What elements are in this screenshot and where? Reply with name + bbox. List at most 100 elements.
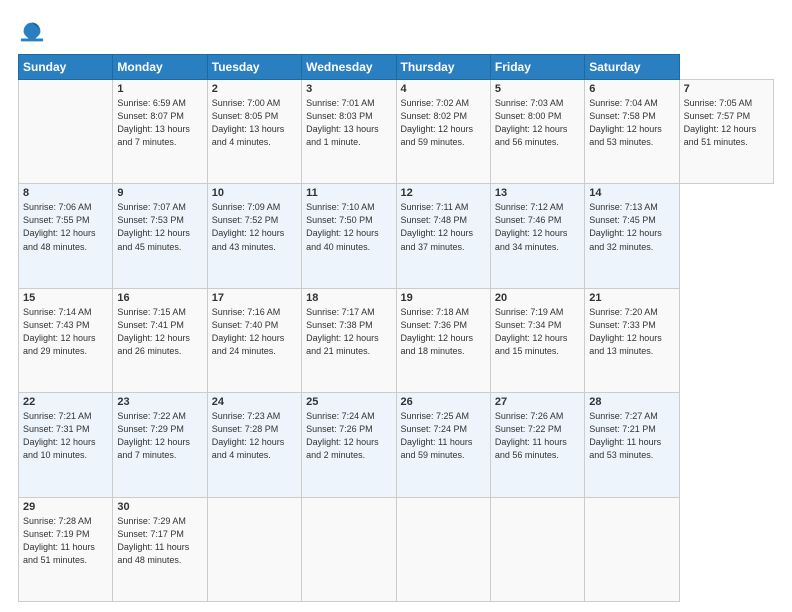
day-number: 17 bbox=[212, 292, 297, 304]
calendar-day-cell bbox=[396, 497, 490, 601]
day-number: 1 bbox=[117, 83, 202, 95]
day-info: Sunrise: 7:06 AMSunset: 7:55 PMDaylight:… bbox=[23, 201, 108, 253]
calendar-header: SundayMondayTuesdayWednesdayThursdayFrid… bbox=[19, 55, 774, 80]
day-info: Sunrise: 7:18 AMSunset: 7:36 PMDaylight:… bbox=[401, 306, 486, 358]
weekday-header-thursday: Thursday bbox=[396, 55, 490, 80]
calendar-day-cell: 20 Sunrise: 7:19 AMSunset: 7:34 PMDayligh… bbox=[490, 288, 584, 392]
calendar-day-cell: 25 Sunrise: 7:24 AMSunset: 7:26 PMDayligh… bbox=[302, 393, 396, 497]
calendar-day-cell: 16 Sunrise: 7:15 AMSunset: 7:41 PMDayligh… bbox=[113, 288, 207, 392]
calendar-week-row: 8 Sunrise: 7:06 AMSunset: 7:55 PMDaylight… bbox=[19, 184, 774, 288]
calendar-day-cell: 4Sunrise: 7:02 AMSunset: 8:02 PMDaylight… bbox=[396, 80, 490, 184]
calendar-day-cell: 23 Sunrise: 7:22 AMSunset: 7:29 PMDayligh… bbox=[113, 393, 207, 497]
calendar-day-cell: 17 Sunrise: 7:16 AMSunset: 7:40 PMDayligh… bbox=[207, 288, 301, 392]
day-info: Sunrise: 7:26 AMSunset: 7:22 PMDaylight:… bbox=[495, 410, 580, 462]
day-info: Sunrise: 7:23 AMSunset: 7:28 PMDaylight:… bbox=[212, 410, 297, 462]
day-info: Sunrise: 7:01 AMSunset: 8:03 PMDaylight:… bbox=[306, 97, 391, 149]
calendar-week-row: 1 Sunrise: 6:59 AMSunset: 8:07 PMDaylight… bbox=[19, 80, 774, 184]
day-info: Sunrise: 7:27 AMSunset: 7:21 PMDaylight:… bbox=[589, 410, 674, 462]
calendar-day-cell: 8 Sunrise: 7:06 AMSunset: 7:55 PMDaylight… bbox=[19, 184, 113, 288]
day-number: 4 bbox=[401, 83, 486, 95]
calendar-body: 1 Sunrise: 6:59 AMSunset: 8:07 PMDaylight… bbox=[19, 80, 774, 602]
calendar-day-cell: 13 Sunrise: 7:12 AMSunset: 7:46 PMDayligh… bbox=[490, 184, 584, 288]
weekday-header-sunday: Sunday bbox=[19, 55, 113, 80]
day-info: Sunrise: 7:28 AMSunset: 7:19 PMDaylight:… bbox=[23, 515, 108, 567]
day-number: 23 bbox=[117, 396, 202, 408]
day-number: 20 bbox=[495, 292, 580, 304]
header bbox=[18, 18, 774, 46]
day-number: 21 bbox=[589, 292, 674, 304]
day-number: 19 bbox=[401, 292, 486, 304]
calendar-day-cell: 11Sunrise: 7:10 AMSunset: 7:50 PMDayligh… bbox=[302, 184, 396, 288]
day-info: Sunrise: 7:16 AMSunset: 7:40 PMDaylight:… bbox=[212, 306, 297, 358]
day-info: Sunrise: 7:05 AMSunset: 7:57 PMDaylight:… bbox=[684, 97, 769, 149]
calendar-day-cell bbox=[302, 497, 396, 601]
calendar-week-row: 22 Sunrise: 7:21 AMSunset: 7:31 PMDayligh… bbox=[19, 393, 774, 497]
day-info: Sunrise: 7:12 AMSunset: 7:46 PMDaylight:… bbox=[495, 201, 580, 253]
day-number: 15 bbox=[23, 292, 108, 304]
calendar-table: SundayMondayTuesdayWednesdayThursdayFrid… bbox=[18, 54, 774, 602]
day-info: Sunrise: 7:11 AMSunset: 7:48 PMDaylight:… bbox=[401, 201, 486, 253]
calendar-day-cell bbox=[19, 80, 113, 184]
day-number: 26 bbox=[401, 396, 486, 408]
calendar-day-cell: 2 Sunrise: 7:00 AMSunset: 8:05 PMDaylight… bbox=[207, 80, 301, 184]
day-info: Sunrise: 7:24 AMSunset: 7:26 PMDaylight:… bbox=[306, 410, 391, 462]
calendar-day-cell: 14Sunrise: 7:13 AMSunset: 7:45 PMDayligh… bbox=[585, 184, 679, 288]
calendar-day-cell: 12 Sunrise: 7:11 AMSunset: 7:48 PMDayligh… bbox=[396, 184, 490, 288]
day-number: 12 bbox=[401, 187, 486, 199]
day-number: 8 bbox=[23, 187, 108, 199]
calendar-day-cell: 24Sunrise: 7:23 AMSunset: 7:28 PMDayligh… bbox=[207, 393, 301, 497]
day-number: 30 bbox=[117, 501, 202, 513]
day-info: Sunrise: 7:29 AMSunset: 7:17 PMDaylight:… bbox=[117, 515, 202, 567]
day-number: 9 bbox=[117, 187, 202, 199]
day-number: 6 bbox=[589, 83, 674, 95]
calendar-day-cell: 7Sunrise: 7:05 AMSunset: 7:57 PMDaylight… bbox=[679, 80, 773, 184]
calendar-day-cell: 21Sunrise: 7:20 AMSunset: 7:33 PMDayligh… bbox=[585, 288, 679, 392]
day-info: Sunrise: 7:15 AMSunset: 7:41 PMDaylight:… bbox=[117, 306, 202, 358]
logo bbox=[18, 18, 50, 46]
calendar-week-row: 15 Sunrise: 7:14 AMSunset: 7:43 PMDayligh… bbox=[19, 288, 774, 392]
calendar-day-cell bbox=[585, 497, 679, 601]
weekday-header-wednesday: Wednesday bbox=[302, 55, 396, 80]
day-number: 16 bbox=[117, 292, 202, 304]
calendar-day-cell: 19 Sunrise: 7:18 AMSunset: 7:36 PMDayligh… bbox=[396, 288, 490, 392]
calendar-day-cell: 18 Sunrise: 7:17 AMSunset: 7:38 PMDayligh… bbox=[302, 288, 396, 392]
day-info: Sunrise: 7:13 AMSunset: 7:45 PMDaylight:… bbox=[589, 201, 674, 253]
weekday-header-tuesday: Tuesday bbox=[207, 55, 301, 80]
day-info: Sunrise: 7:00 AMSunset: 8:05 PMDaylight:… bbox=[212, 97, 297, 149]
day-info: Sunrise: 7:17 AMSunset: 7:38 PMDaylight:… bbox=[306, 306, 391, 358]
day-number: 2 bbox=[212, 83, 297, 95]
day-info: Sunrise: 6:59 AMSunset: 8:07 PMDaylight:… bbox=[117, 97, 202, 149]
day-number: 28 bbox=[589, 396, 674, 408]
day-info: Sunrise: 7:14 AMSunset: 7:43 PMDaylight:… bbox=[23, 306, 108, 358]
day-number: 5 bbox=[495, 83, 580, 95]
calendar-day-cell: 6Sunrise: 7:04 AMSunset: 7:58 PMDaylight… bbox=[585, 80, 679, 184]
day-info: Sunrise: 7:22 AMSunset: 7:29 PMDaylight:… bbox=[117, 410, 202, 462]
calendar-day-cell: 1 Sunrise: 6:59 AMSunset: 8:07 PMDaylight… bbox=[113, 80, 207, 184]
weekday-row: SundayMondayTuesdayWednesdayThursdayFrid… bbox=[19, 55, 774, 80]
calendar-day-cell: 27 Sunrise: 7:26 AMSunset: 7:22 PMDayligh… bbox=[490, 393, 584, 497]
day-number: 13 bbox=[495, 187, 580, 199]
day-number: 27 bbox=[495, 396, 580, 408]
calendar-day-cell: 3 Sunrise: 7:01 AMSunset: 8:03 PMDaylight… bbox=[302, 80, 396, 184]
day-info: Sunrise: 7:25 AMSunset: 7:24 PMDaylight:… bbox=[401, 410, 486, 462]
day-info: Sunrise: 7:07 AMSunset: 7:53 PMDaylight:… bbox=[117, 201, 202, 253]
day-number: 3 bbox=[306, 83, 391, 95]
calendar-day-cell: 29 Sunrise: 7:28 AMSunset: 7:19 PMDayligh… bbox=[19, 497, 113, 601]
calendar-day-cell bbox=[207, 497, 301, 601]
day-number: 25 bbox=[306, 396, 391, 408]
day-info: Sunrise: 7:09 AMSunset: 7:52 PMDaylight:… bbox=[212, 201, 297, 253]
calendar-day-cell: 9 Sunrise: 7:07 AMSunset: 7:53 PMDaylight… bbox=[113, 184, 207, 288]
calendar-day-cell: 5Sunrise: 7:03 AMSunset: 8:00 PMDaylight… bbox=[490, 80, 584, 184]
calendar-day-cell: 22 Sunrise: 7:21 AMSunset: 7:31 PMDayligh… bbox=[19, 393, 113, 497]
day-info: Sunrise: 7:21 AMSunset: 7:31 PMDaylight:… bbox=[23, 410, 108, 462]
day-number: 10 bbox=[212, 187, 297, 199]
day-number: 18 bbox=[306, 292, 391, 304]
day-number: 22 bbox=[23, 396, 108, 408]
weekday-header-saturday: Saturday bbox=[585, 55, 679, 80]
day-info: Sunrise: 7:19 AMSunset: 7:34 PMDaylight:… bbox=[495, 306, 580, 358]
weekday-header-friday: Friday bbox=[490, 55, 584, 80]
day-number: 29 bbox=[23, 501, 108, 513]
day-number: 11 bbox=[306, 187, 391, 199]
weekday-header-monday: Monday bbox=[113, 55, 207, 80]
calendar-day-cell: 26 Sunrise: 7:25 AMSunset: 7:24 PMDayligh… bbox=[396, 393, 490, 497]
